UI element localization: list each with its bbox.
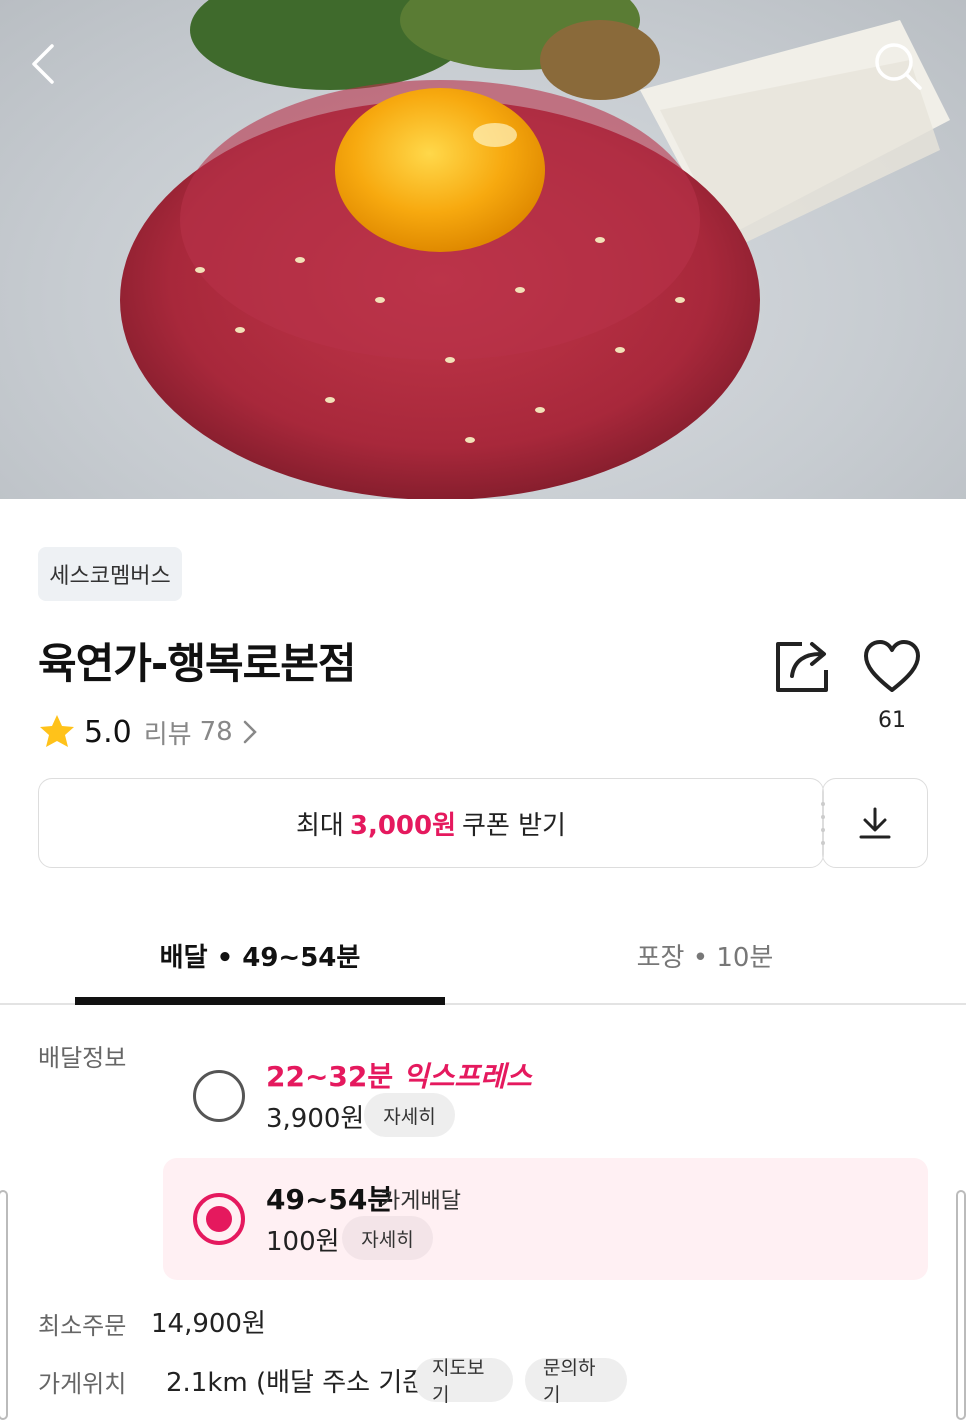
coupon-prefix: 최대: [296, 810, 344, 841]
favorite-count: 61: [878, 708, 906, 733]
store-name: 육연가-행복로본점: [38, 639, 357, 688]
location-value: 2.1km (배달 주소 기준): [166, 1368, 437, 1398]
coupon-suffix: 쿠폰 받기: [462, 810, 566, 841]
inquiry-button[interactable]: 문의하기: [525, 1357, 627, 1406]
membership-badge: 세스코멤버스: [38, 547, 182, 601]
radio-store-delivery[interactable]: [193, 1193, 245, 1245]
download-icon: [859, 807, 891, 839]
search-icon: [875, 43, 922, 90]
share-button[interactable]: [772, 636, 832, 696]
chevron-right-icon: [243, 720, 257, 744]
review-count: 78: [199, 717, 233, 747]
express-detail-button[interactable]: 자세히: [364, 1093, 455, 1137]
location-label: 가게위치: [38, 1370, 127, 1398]
coupon-download-button[interactable]: [822, 778, 928, 868]
back-arrow-icon: [32, 44, 54, 84]
share-icon: [776, 642, 828, 692]
delivery-info-label: 배달정보: [38, 1044, 127, 1072]
option-express-time: 22~32분 익스프레스: [266, 1055, 532, 1095]
tab-pickup[interactable]: 포장 • 10분: [520, 930, 890, 980]
store-delivery-fee: 100원: [266, 1227, 340, 1257]
favorite-button[interactable]: [862, 638, 922, 694]
tab-delivery[interactable]: 배달 • 49~54분: [75, 930, 445, 980]
radio-express[interactable]: [193, 1070, 245, 1122]
review-label: 리뷰: [143, 719, 192, 750]
hero-image: [0, 0, 966, 499]
min-order-value: 14,900원: [151, 1309, 266, 1339]
map-view-button[interactable]: 지도보기: [414, 1357, 513, 1406]
min-order-label: 최소주문: [38, 1312, 127, 1340]
express-fee: 3,900원: [266, 1104, 365, 1134]
heart-icon: [864, 640, 920, 692]
express-tag: 익스프레스: [402, 1060, 532, 1093]
store-delivery-tag: 가게배달: [380, 1189, 461, 1214]
express-time: 22~32분: [266, 1060, 394, 1093]
rating-value: 5.0: [84, 714, 132, 750]
divider-dots: [821, 802, 825, 845]
back-button[interactable]: [24, 40, 84, 100]
tab-active-indicator: [75, 997, 445, 1005]
search-button[interactable]: [872, 40, 932, 100]
store-delivery-time: 49~54분: [266, 1183, 394, 1216]
star-icon: [40, 715, 74, 747]
coupon-button[interactable]: 최대 3,000원 쿠폰 받기: [38, 778, 824, 868]
left-edge-handle: [0, 1190, 8, 1420]
selected-option-background: [163, 1158, 928, 1280]
coupon-amount: 3,000원: [349, 810, 457, 841]
right-edge-handle: [956, 1190, 966, 1420]
store-delivery-detail-button[interactable]: 자세히: [342, 1216, 433, 1260]
rating-row[interactable]: 5.0 리뷰 78: [38, 712, 259, 752]
